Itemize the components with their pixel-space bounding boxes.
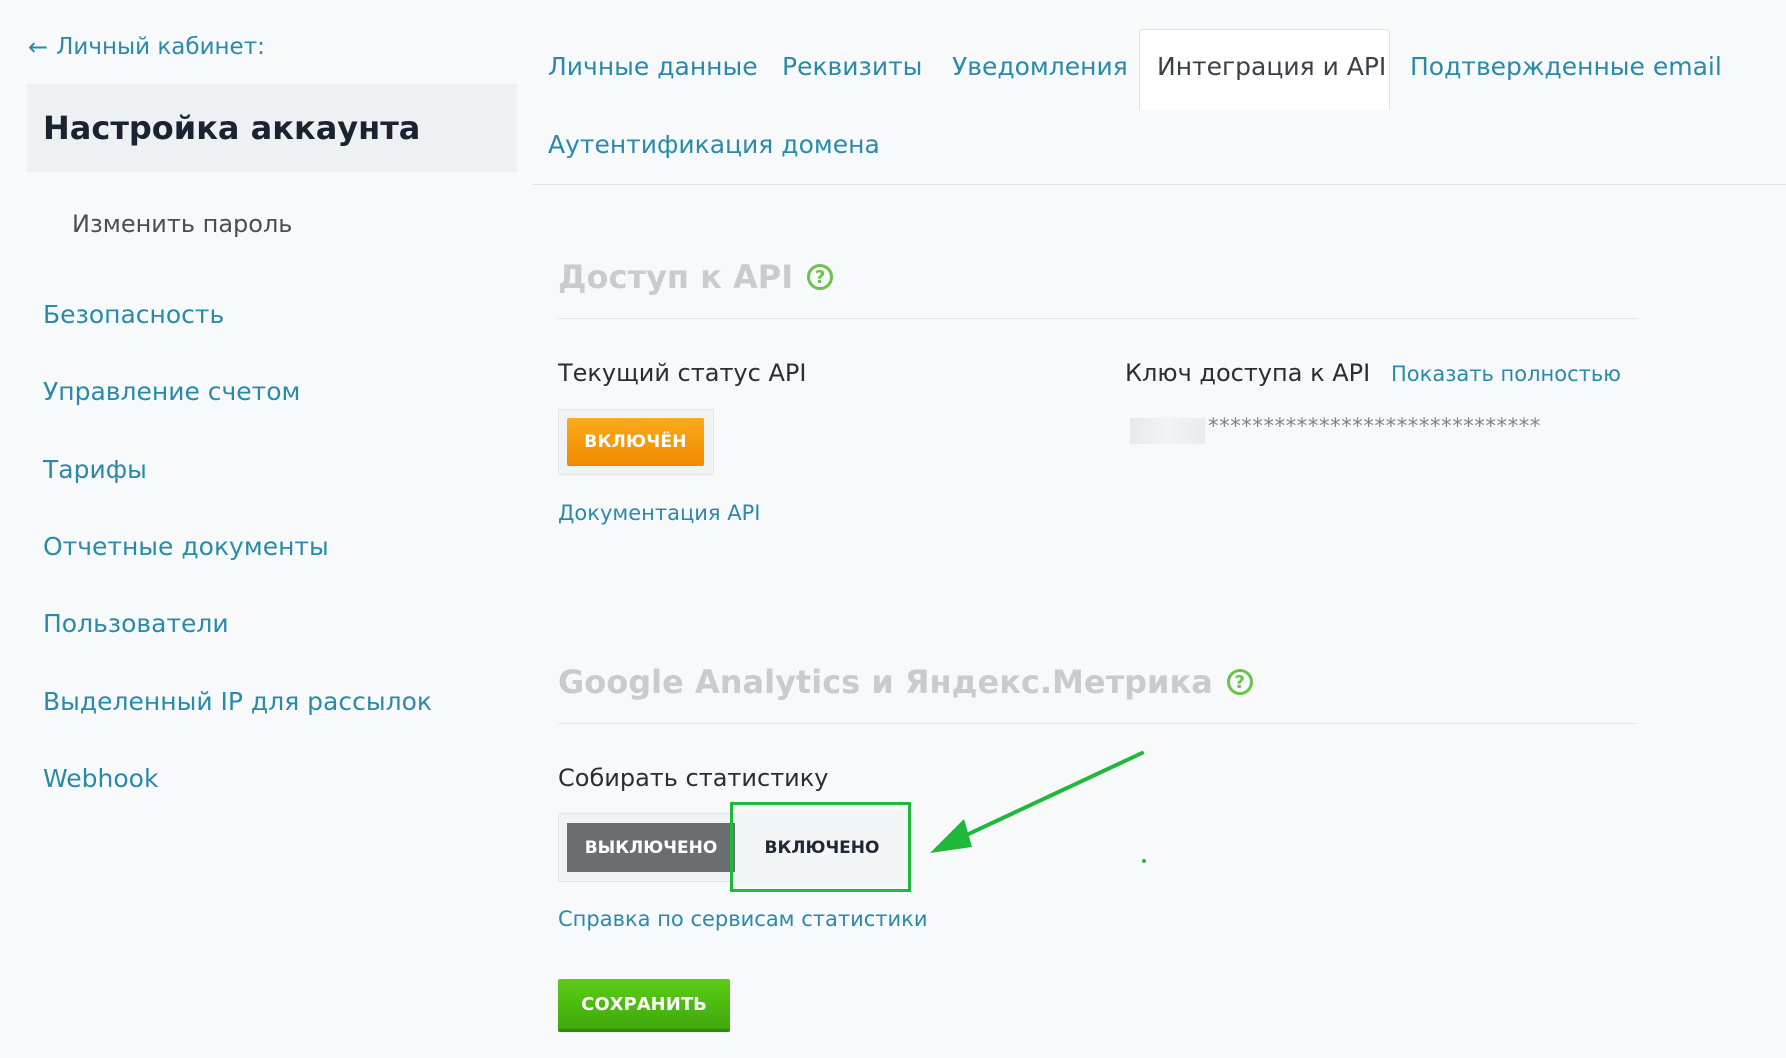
collect-stats-label: Собирать статистику xyxy=(558,764,829,792)
sidebar-item-billing[interactable]: Управление счетом xyxy=(43,377,300,406)
sidebar-item-webhook[interactable]: Webhook xyxy=(43,764,158,793)
back-link[interactable]: ← Личный кабинет: xyxy=(28,34,265,60)
arrow-shaft xyxy=(943,751,1144,847)
highlight-box xyxy=(730,802,911,892)
api-docs-link[interactable]: Документация API xyxy=(558,501,760,525)
stats-help-link[interactable]: Справка по сервисам статистики xyxy=(558,907,928,931)
sidebar-item-account-settings[interactable]: Настройка аккаунта xyxy=(27,84,517,172)
collect-stats-off-button[interactable]: ВЫКЛЮЧЕНО xyxy=(567,823,735,872)
sidebar-item-dedicated-ip[interactable]: Выделенный IP для рассылок xyxy=(43,687,432,716)
tab-domain-auth[interactable]: Аутентификация домена xyxy=(548,130,880,159)
help-icon[interactable]: ? xyxy=(807,264,834,290)
tab-confirmed-emails[interactable]: Подтвержденные email xyxy=(1410,52,1722,81)
section-divider xyxy=(558,318,1638,319)
sidebar-subitem-change-password[interactable]: Изменить пароль xyxy=(72,210,292,238)
back-link-label: Личный кабинет: xyxy=(56,34,265,60)
sidebar-item-tariffs[interactable]: Тарифы xyxy=(43,455,147,484)
api-key-label: Ключ доступа к API xyxy=(1125,359,1371,387)
sidebar-item-reports[interactable]: Отчетные документы xyxy=(43,532,329,561)
sidebar-active-title: Настройка аккаунта xyxy=(43,109,421,147)
section-title-api-text: Доступ к API xyxy=(558,258,794,296)
sidebar-item-security[interactable]: Безопасность xyxy=(43,300,224,329)
section-title-analytics-text: Google Analytics и Яндекс.Метрика xyxy=(558,663,1213,701)
tab-personal-data[interactable]: Личные данные xyxy=(548,52,758,81)
show-full-key-link[interactable]: Показать полностью xyxy=(1391,362,1621,386)
section-title-api: Доступ к API ? xyxy=(558,258,834,296)
save-button[interactable]: СОХРАНИТЬ xyxy=(558,979,730,1029)
api-status-button[interactable]: ВКЛЮЧЁН xyxy=(567,418,704,466)
tabs-divider xyxy=(532,184,1786,185)
api-status-label: Текущий статус API xyxy=(558,359,807,387)
section-divider xyxy=(558,723,1638,724)
tab-integration-api-label: Интеграция и API xyxy=(1157,52,1387,81)
api-key-value: ****************************** xyxy=(1208,414,1541,438)
help-icon[interactable]: ? xyxy=(1226,669,1253,695)
section-title-analytics: Google Analytics и Яндекс.Метрика ? xyxy=(558,663,1253,701)
annotation-dot xyxy=(1142,859,1146,863)
arrow-head xyxy=(930,819,972,853)
arrow-left-icon: ← xyxy=(28,33,49,61)
tab-notifications[interactable]: Уведомления xyxy=(952,52,1128,81)
sidebar-item-users[interactable]: Пользователи xyxy=(43,609,229,638)
api-key-blur xyxy=(1130,418,1205,444)
annotation-arrow-icon xyxy=(930,751,1146,863)
tab-requisites[interactable]: Реквизиты xyxy=(782,52,922,81)
